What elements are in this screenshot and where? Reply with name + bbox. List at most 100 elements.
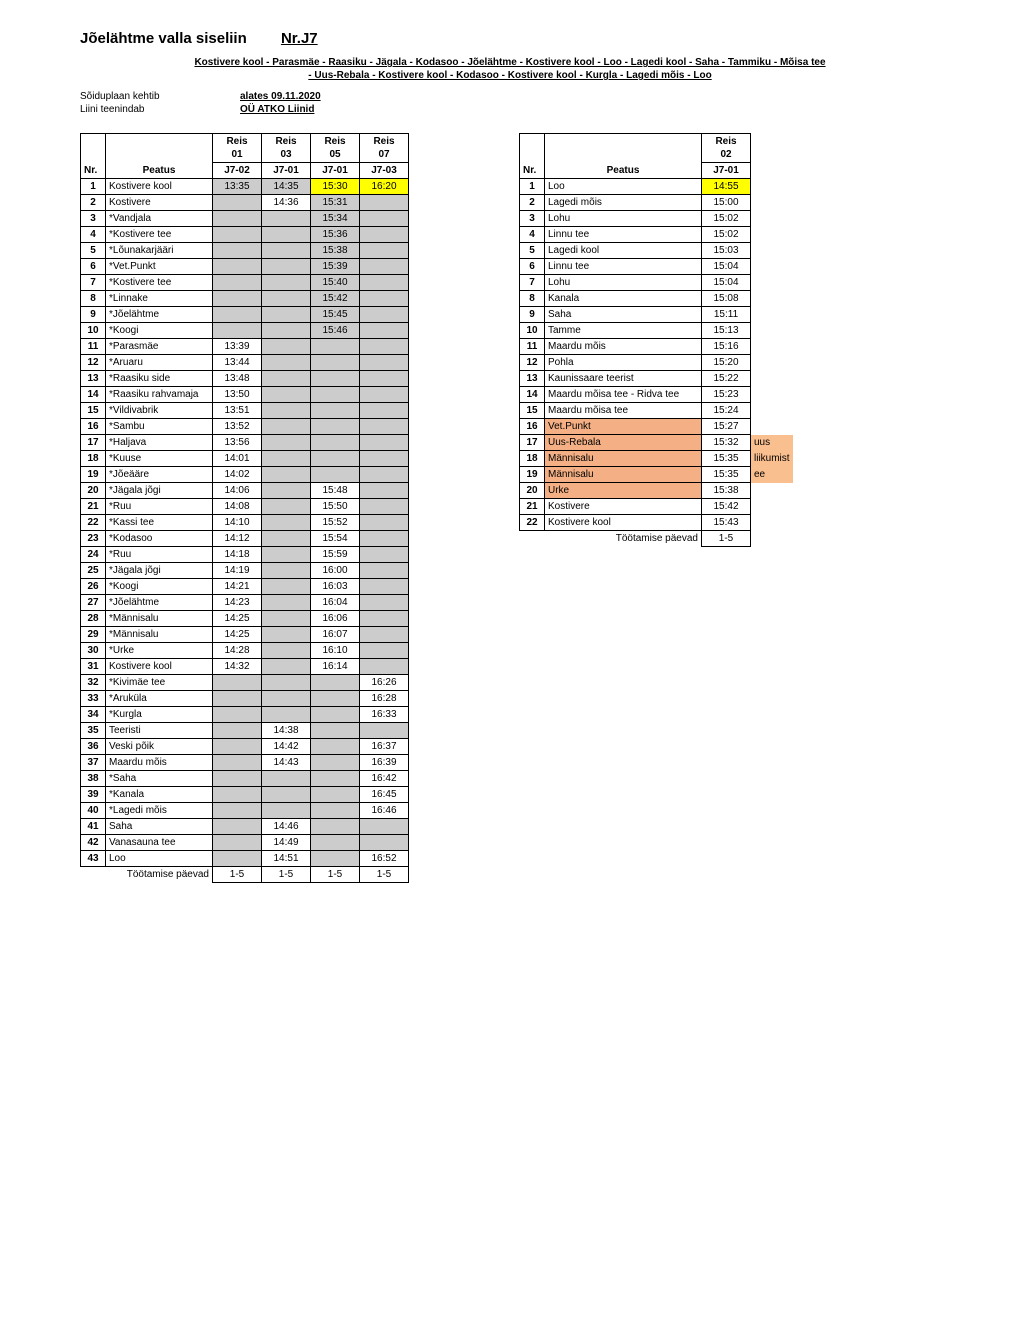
- stop-name: Kostivere kool: [106, 179, 213, 195]
- table-row: 16*Sambu13:52: [81, 419, 409, 435]
- time-cell: [213, 835, 262, 851]
- time-cell: [213, 675, 262, 691]
- row-nr: 9: [81, 307, 106, 323]
- row-nr: 6: [520, 259, 545, 275]
- note-cell: [751, 195, 794, 211]
- time-cell: 15:35: [702, 451, 751, 467]
- time-cell: 15:11: [702, 307, 751, 323]
- time-cell: [262, 259, 311, 275]
- table-row: 7Lohu15:04: [520, 275, 794, 291]
- time-cell: 14:38: [262, 723, 311, 739]
- table-row: 8Kanala15:08: [520, 291, 794, 307]
- time-cell: [262, 627, 311, 643]
- time-cell: [360, 275, 409, 291]
- stop-name: Saha: [106, 819, 213, 835]
- time-cell: [262, 643, 311, 659]
- row-nr: 19: [520, 467, 545, 483]
- time-cell: 15:30: [311, 179, 360, 195]
- row-nr: 15: [81, 403, 106, 419]
- note-cell: [751, 323, 794, 339]
- time-cell: 15:08: [702, 291, 751, 307]
- trip-code: J7-02: [213, 163, 262, 179]
- stop-name: Kostivere kool: [106, 659, 213, 675]
- route-line-1: Kostivere kool - Parasmäe - Raasiku - Jä…: [80, 57, 940, 68]
- stop-name: Kostivere kool: [545, 515, 702, 531]
- valid-label: Sõiduplaan kehtib: [80, 91, 240, 102]
- time-cell: [262, 803, 311, 819]
- stop-name: Vanasauna tee: [106, 835, 213, 851]
- time-cell: [262, 771, 311, 787]
- table-row: 17*Haljava13:56: [81, 435, 409, 451]
- table-row: 21*Ruu14:0815:50: [81, 499, 409, 515]
- time-cell: 14:19: [213, 563, 262, 579]
- time-cell: 15:39: [311, 259, 360, 275]
- time-cell: [262, 451, 311, 467]
- time-cell: 15:00: [702, 195, 751, 211]
- row-nr: 12: [81, 355, 106, 371]
- row-nr: 20: [520, 483, 545, 499]
- row-nr: 27: [81, 595, 106, 611]
- row-nr: 34: [81, 707, 106, 723]
- stop-name: Uus-Rebala: [545, 435, 702, 451]
- time-cell: 15:13: [702, 323, 751, 339]
- time-cell: [213, 755, 262, 771]
- time-cell: 16:14: [311, 659, 360, 675]
- time-cell: [213, 307, 262, 323]
- row-nr: 37: [81, 755, 106, 771]
- stop-name: *Jägala jõgi: [106, 563, 213, 579]
- trip-code: J7-01: [311, 163, 360, 179]
- row-nr: 3: [81, 211, 106, 227]
- note-cell: [751, 227, 794, 243]
- row-nr: 8: [520, 291, 545, 307]
- time-cell: [213, 851, 262, 867]
- note-cell: [751, 307, 794, 323]
- stop-name: *Jõelähtme: [106, 307, 213, 323]
- time-cell: 15:35: [702, 467, 751, 483]
- time-cell: [360, 627, 409, 643]
- time-cell: [262, 323, 311, 339]
- time-cell: [360, 387, 409, 403]
- time-cell: 16:00: [311, 563, 360, 579]
- col-stop: Peatus: [545, 134, 702, 179]
- time-cell: [262, 707, 311, 723]
- table-row: 21Kostivere15:42: [520, 499, 794, 515]
- row-nr: 6: [81, 259, 106, 275]
- table-row: 6Linnu tee15:04: [520, 259, 794, 275]
- time-cell: [213, 259, 262, 275]
- table-row: 15*Vildivabrik13:51: [81, 403, 409, 419]
- time-cell: [311, 755, 360, 771]
- row-nr: 4: [81, 227, 106, 243]
- note-cell: [751, 339, 794, 355]
- table-row: 35Teeristi14:38: [81, 723, 409, 739]
- table-row: 16Vet.Punkt15:27: [520, 419, 794, 435]
- table-row: 5*Lõunakarjääri15:38: [81, 243, 409, 259]
- time-cell: 15:02: [702, 227, 751, 243]
- table-row: 5Lagedi kool15:03: [520, 243, 794, 259]
- stop-name: Kostivere: [545, 499, 702, 515]
- time-cell: 14:12: [213, 531, 262, 547]
- stop-name: *Kassi tee: [106, 515, 213, 531]
- footer-label: Töötamise päevad: [81, 867, 213, 883]
- row-nr: 31: [81, 659, 106, 675]
- stop-name: Kostivere: [106, 195, 213, 211]
- note-cell: [751, 243, 794, 259]
- stop-name: Linnu tee: [545, 259, 702, 275]
- operator-label: Liini teenindab: [80, 104, 240, 115]
- time-cell: 16:06: [311, 611, 360, 627]
- col-nr: Nr.: [81, 134, 106, 179]
- col-trip: Reis02: [702, 134, 751, 163]
- col-trip: Reis07: [360, 134, 409, 163]
- table-row: 10Tamme15:13: [520, 323, 794, 339]
- stop-name: *Kivimäe tee: [106, 675, 213, 691]
- route-line-2: - Uus-Rebala - Kostivere kool - Kodasoo …: [80, 70, 940, 81]
- time-cell: [360, 243, 409, 259]
- time-cell: [311, 387, 360, 403]
- note-cell: [751, 387, 794, 403]
- table-row: 18Männisalu15:35liikumist: [520, 451, 794, 467]
- time-cell: [262, 483, 311, 499]
- time-cell: [360, 307, 409, 323]
- time-cell: [262, 435, 311, 451]
- time-cell: [311, 419, 360, 435]
- time-cell: [360, 499, 409, 515]
- stop-name: Lagedi mõis: [545, 195, 702, 211]
